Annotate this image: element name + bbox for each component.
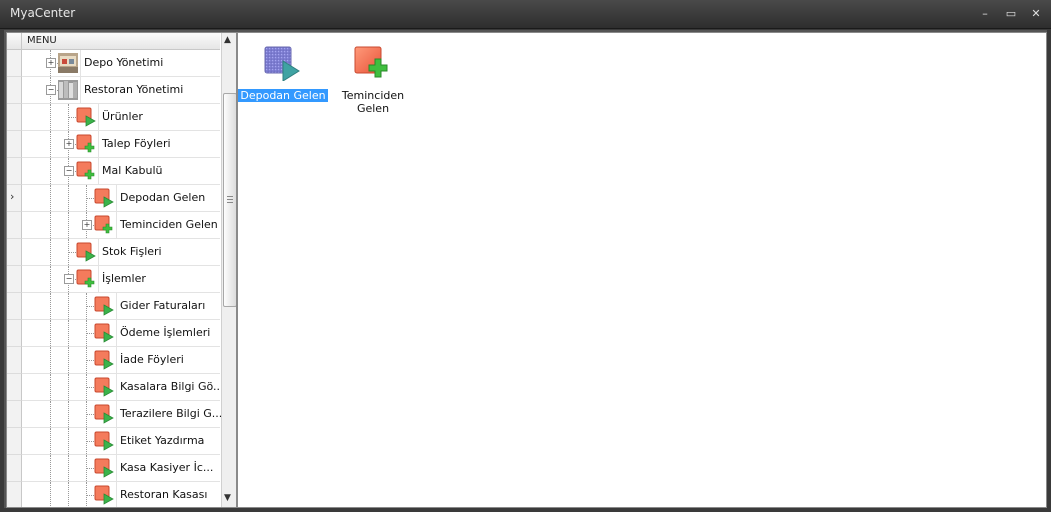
tree-node[interactable]: Ürünler [22, 104, 220, 131]
tree-node-label: Stok Fişleri [102, 245, 162, 258]
menu-tree: MENU + Depo Yönetimi − Restoran Yönetimi Ürü… [6, 32, 237, 508]
maximize-button[interactable]: ▭ [1002, 5, 1020, 23]
tree-node[interactable]: Restoran Kasası [22, 482, 220, 507]
row-indicator[interactable] [7, 320, 22, 347]
row-indicator[interactable] [7, 482, 22, 507]
form-play-icon [94, 404, 114, 424]
form-add-icon [94, 215, 113, 234]
tree-node-label: Kasa Kasiyer İc... [120, 461, 214, 474]
tree-node-label: Talep Föyleri [102, 137, 171, 150]
title-bar[interactable]: MyaCenter – ▭ ✕ [0, 0, 1051, 29]
row-indicator[interactable] [7, 266, 22, 293]
tile-label: Depodan Gelen [238, 89, 328, 102]
row-indicator[interactable] [7, 104, 22, 131]
tree-node[interactable]: İade Föyleri [22, 347, 220, 374]
tree-node-label: Ödeme İşlemleri [120, 326, 211, 339]
form-play-icon [94, 296, 114, 316]
current-row-arrow-icon: › [10, 190, 15, 203]
depot-photo-icon [58, 53, 78, 73]
form-play-icon [94, 323, 114, 343]
tree-node[interactable]: − İşlemler [22, 266, 220, 293]
minimize-button[interactable]: – [976, 5, 994, 23]
tile-teminciden-gelen[interactable]: Teminciden Gelen [328, 39, 418, 115]
collapse-icon[interactable]: − [46, 85, 56, 95]
row-indicator[interactable] [7, 455, 22, 482]
form-add-icon [76, 161, 95, 180]
form-add-icon [76, 134, 95, 153]
tree-node-label: Teminciden Gelen [120, 218, 218, 231]
form-play-icon [76, 242, 96, 262]
row-indicator[interactable] [7, 131, 22, 158]
row-indicator[interactable] [7, 50, 22, 77]
tree-node[interactable]: − Restoran Yönetimi [22, 77, 220, 104]
tree-node[interactable]: − Mal Kabulü [22, 158, 220, 185]
tree-node[interactable]: Stok Fişleri [22, 239, 220, 266]
row-indicator[interactable] [7, 212, 22, 239]
tree-node-label: İşlemler [102, 272, 146, 285]
tree-node-label: Restoran Yönetimi [84, 83, 184, 96]
form-play-icon [94, 431, 114, 451]
collapse-icon[interactable]: − [64, 274, 74, 284]
close-button[interactable]: ✕ [1027, 5, 1045, 23]
tree-scrollbar[interactable]: ▲ ▼ [221, 33, 236, 507]
tree-node-label: İade Föyleri [120, 353, 184, 366]
scroll-down-arrow-icon[interactable]: ▼ [224, 493, 231, 503]
collapse-icon[interactable]: − [64, 166, 74, 176]
row-indicator[interactable] [7, 158, 22, 185]
row-indicator[interactable] [7, 401, 22, 428]
tree-header: MENU [7, 33, 220, 50]
tree-node[interactable]: Gider Faturaları [22, 293, 220, 320]
expand-icon[interactable]: + [64, 139, 74, 149]
form-play-selected-icon [264, 46, 300, 81]
app-window: MyaCenter – ▭ ✕ MENU + Depo Yönetimi − Rest… [0, 0, 1051, 512]
row-indicator[interactable] [7, 374, 22, 401]
form-play-icon [94, 485, 114, 505]
tree-node[interactable]: Kasa Kasiyer İc... [22, 455, 220, 482]
expand-icon[interactable]: + [82, 220, 92, 230]
form-play-icon [94, 350, 114, 370]
tree-node-label: Kasalara Bilgi Gö... [120, 380, 224, 393]
content-panel: Depodan Gelen Teminciden Gelen [237, 32, 1047, 508]
form-play-icon [76, 107, 96, 127]
row-indicator[interactable] [7, 347, 22, 374]
scrollbar-thumb[interactable] [223, 93, 236, 307]
row-indicator[interactable] [7, 428, 22, 455]
tree-node-label: Depodan Gelen [120, 191, 206, 204]
tree-node[interactable]: Terazilere Bilgi G... [22, 401, 223, 428]
tile-label: Teminciden Gelen [341, 89, 405, 115]
tree-node-label: Depo Yönetimi [84, 56, 164, 69]
tree-node[interactable]: Etiket Yazdırma [22, 428, 220, 455]
tree-node-label: Mal Kabulü [102, 164, 163, 177]
window-title: MyaCenter [10, 6, 76, 20]
form-play-icon [94, 188, 114, 208]
tile-depodan-gelen[interactable]: Depodan Gelen [238, 39, 328, 103]
expand-icon[interactable]: + [46, 58, 56, 68]
tree-node[interactable]: Kasalara Bilgi Gö... [22, 374, 224, 401]
scroll-up-arrow-icon[interactable]: ▲ [224, 35, 231, 45]
form-add-icon [76, 269, 95, 288]
tree-node-label: Terazilere Bilgi G... [120, 407, 223, 420]
tree-node-label: Gider Faturaları [120, 299, 206, 312]
restaurant-photo-icon [58, 80, 78, 100]
row-indicator[interactable]: › [7, 185, 22, 212]
tree-node[interactable]: Ödeme İşlemleri [22, 320, 220, 347]
tree-node-label: Etiket Yazdırma [120, 434, 205, 447]
tree-node[interactable]: Depodan Gelen [22, 185, 220, 212]
row-indicator[interactable] [7, 239, 22, 266]
tree-header-label: MENU [27, 35, 57, 46]
form-add-icon [354, 46, 388, 78]
tree-node[interactable]: + Depo Yönetimi [22, 50, 220, 77]
form-play-icon [94, 377, 114, 397]
tree-node-label: Ürünler [102, 110, 143, 123]
row-indicator[interactable] [7, 293, 22, 320]
tree-node-label: Restoran Kasası [120, 488, 208, 501]
window-body: MENU + Depo Yönetimi − Restoran Yönetimi Ürü… [4, 30, 1047, 508]
tree-node[interactable]: + Teminciden Gelen [22, 212, 220, 239]
form-play-icon [94, 458, 114, 478]
tree-node[interactable]: + Talep Föyleri [22, 131, 220, 158]
row-indicator[interactable] [7, 77, 22, 104]
